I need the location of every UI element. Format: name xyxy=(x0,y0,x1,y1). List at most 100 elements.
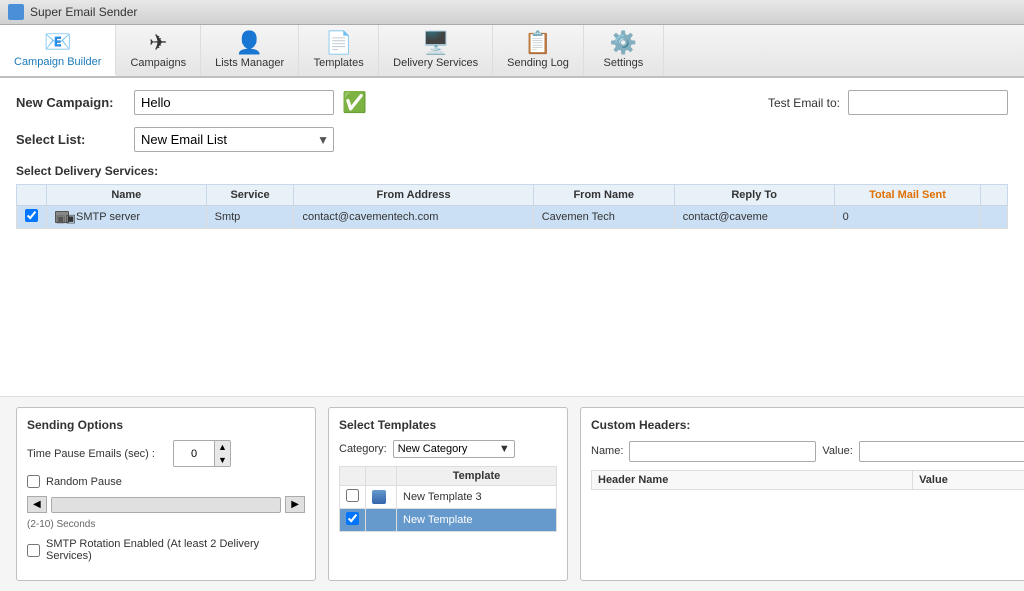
toolbar-item-templates[interactable]: 📄 Templates xyxy=(299,25,379,76)
main-content: New Campaign: ✅ Test Email to: Select Li… xyxy=(0,78,1024,396)
time-pause-down[interactable]: ▼ xyxy=(214,454,230,467)
random-pause-row: Random Pause xyxy=(27,475,305,488)
table-row[interactable]: ▣ SMTP server Smtp contact@cavementech.c… xyxy=(17,206,1008,229)
toolbar-item-delivery-services[interactable]: 🖥️ Delivery Services xyxy=(379,25,493,76)
time-pause-input-wrap: ▲ ▼ xyxy=(173,440,231,467)
row-name: ▣ SMTP server xyxy=(47,206,207,229)
templates-icon: 📄 xyxy=(325,32,352,54)
slider-track[interactable] xyxy=(51,497,282,513)
title-bar: Super Email Sender xyxy=(0,0,1024,25)
select-list-select[interactable]: New Email List xyxy=(135,128,333,151)
lists-manager-icon: 👤 xyxy=(236,32,263,54)
time-pause-label: Time Pause Emails (sec) : xyxy=(27,448,167,460)
smtp-rotation-row: SMTP Rotation Enabled (At least 2 Delive… xyxy=(27,538,305,562)
template-table: Template New Template 3 New Template xyxy=(339,466,557,532)
th-total-mail: Total Mail Sent xyxy=(834,185,981,206)
th-from-address: From Address xyxy=(294,185,533,206)
templates-panel: Select Templates Category: New Category … xyxy=(328,407,568,581)
th-template-name: Template xyxy=(397,467,557,486)
toolbar-item-settings[interactable]: ⚙️ Settings xyxy=(584,25,664,76)
sending-options-panel: Sending Options Time Pause Emails (sec) … xyxy=(16,407,316,581)
th-service: Service xyxy=(206,185,294,206)
template-row[interactable]: New Template 3 xyxy=(340,486,557,509)
delivery-services-label: Select Delivery Services: xyxy=(16,164,1008,178)
th-from-name: From Name xyxy=(533,185,674,206)
row-action xyxy=(981,206,1008,229)
th-checkbox xyxy=(17,185,47,206)
delivery-table-area: Name Service From Address From Name Repl… xyxy=(16,184,1008,384)
random-pause-checkbox[interactable] xyxy=(27,475,40,488)
select-list-label: Select List: xyxy=(16,132,126,147)
value-label: Value: xyxy=(822,445,852,457)
campaign-valid-icon: ✅ xyxy=(342,90,367,115)
smtp-rotation-label: SMTP Rotation Enabled (At least 2 Delive… xyxy=(46,538,305,562)
category-label: Category: xyxy=(339,443,387,455)
custom-headers-title: Custom Headers: xyxy=(591,418,1024,432)
campaigns-icon: ✈ xyxy=(149,32,167,54)
th-template-icon xyxy=(366,467,397,486)
category-select[interactable]: New Category xyxy=(394,441,514,457)
campaign-builder-icon: 📧 xyxy=(44,31,71,53)
template-file-icon xyxy=(372,513,386,527)
toolbar-item-sending-log[interactable]: 📋 Sending Log xyxy=(493,25,584,76)
th-name: Name xyxy=(47,185,207,206)
header-name-input[interactable] xyxy=(629,441,816,462)
app-icon xyxy=(8,4,24,20)
template-check-cell-2 xyxy=(340,509,366,532)
template-checkbox-2[interactable] xyxy=(346,512,359,525)
category-row: Category: New Category ▼ xyxy=(339,440,557,458)
headers-table: Header Name Value xyxy=(591,470,1024,490)
slider-left-btn[interactable]: ◀ xyxy=(27,496,47,513)
time-pause-input[interactable] xyxy=(174,446,214,462)
seconds-range-text: (2-10) Seconds xyxy=(27,519,305,530)
select-list-dropdown[interactable]: New Email List ▼ xyxy=(134,127,334,152)
template-check-cell xyxy=(340,486,366,509)
server-icon: ▣ xyxy=(55,211,69,223)
sending-log-icon: 📋 xyxy=(524,32,551,54)
th-template-check xyxy=(340,467,366,486)
row-checkbox[interactable] xyxy=(25,209,38,222)
time-pause-up[interactable]: ▲ xyxy=(214,441,230,454)
headers-form: Name: Value: + xyxy=(591,440,1024,462)
toolbar-label-campaign-builder: Campaign Builder xyxy=(14,56,101,68)
row-from-name: Cavemen Tech xyxy=(533,206,674,229)
row-from-address: contact@cavementech.com xyxy=(294,206,533,229)
name-label: Name: xyxy=(591,445,623,457)
row-reply-to: contact@caveme xyxy=(674,206,834,229)
custom-headers-panel: Custom Headers: Name: Value: + Header Na… xyxy=(580,407,1024,581)
campaign-row: New Campaign: ✅ Test Email to: xyxy=(16,90,1008,115)
smtp-rotation-checkbox[interactable] xyxy=(27,544,40,557)
template-icon-cell-2 xyxy=(366,509,397,532)
test-email-input[interactable] xyxy=(848,90,1008,115)
random-pause-label: Random Pause xyxy=(46,476,122,488)
toolbar-label-sending-log: Sending Log xyxy=(507,57,569,69)
campaign-label: New Campaign: xyxy=(16,95,126,110)
toolbar-label-lists-manager: Lists Manager xyxy=(215,57,284,69)
slider-right-btn[interactable]: ▶ xyxy=(285,496,305,513)
template-icon-cell xyxy=(366,486,397,509)
time-pause-row: Time Pause Emails (sec) : ▲ ▼ xyxy=(27,440,305,467)
delivery-table: Name Service From Address From Name Repl… xyxy=(16,184,1008,229)
toolbar: 📧 Campaign Builder ✈ Campaigns 👤 Lists M… xyxy=(0,25,1024,78)
template-name-1: New Template 3 xyxy=(397,486,557,509)
delivery-services-section: Select Delivery Services: Name Service F… xyxy=(16,164,1008,384)
toolbar-label-campaigns: Campaigns xyxy=(130,57,186,69)
toolbar-item-campaigns[interactable]: ✈ Campaigns xyxy=(116,25,201,76)
header-value-input[interactable] xyxy=(859,441,1024,462)
toolbar-label-settings: Settings xyxy=(604,57,644,69)
campaign-input[interactable] xyxy=(134,90,334,115)
template-checkbox-1[interactable] xyxy=(346,489,359,502)
toolbar-item-campaign-builder[interactable]: 📧 Campaign Builder xyxy=(0,25,116,76)
app-title: Super Email Sender xyxy=(30,5,137,19)
template-row[interactable]: New Template xyxy=(340,509,557,532)
category-select-wrap[interactable]: New Category ▼ xyxy=(393,440,515,458)
toolbar-item-lists-manager[interactable]: 👤 Lists Manager xyxy=(201,25,299,76)
row-service: Smtp xyxy=(206,206,294,229)
sending-options-title: Sending Options xyxy=(27,418,305,432)
th-header-value: Value xyxy=(913,471,1024,490)
toolbar-label-templates: Templates xyxy=(314,57,364,69)
select-list-row: Select List: New Email List ▼ xyxy=(16,127,1008,152)
time-pause-spinners: ▲ ▼ xyxy=(214,441,230,466)
delivery-services-icon: 🖥️ xyxy=(422,32,449,54)
slider-row: ◀ ▶ xyxy=(27,496,305,513)
